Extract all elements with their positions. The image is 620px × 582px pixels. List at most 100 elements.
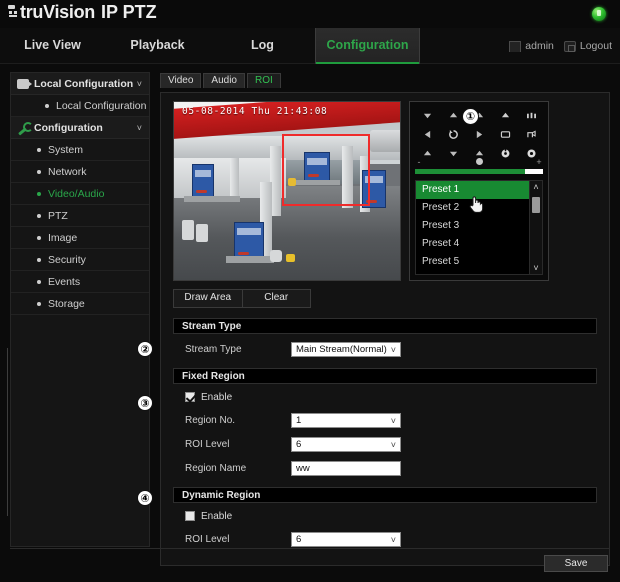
chevron-down-icon: ˅: [136, 78, 142, 89]
sidebar-item-events[interactable]: Events: [11, 271, 149, 293]
auto-scan-icon[interactable]: [441, 127, 465, 142]
preset-item-4[interactable]: Preset 4: [416, 235, 529, 253]
footer-bar: Save: [10, 548, 610, 576]
dynamic-region-enable-checkbox[interactable]: [185, 511, 195, 521]
pan-left-icon[interactable]: [415, 127, 439, 142]
video-preview[interactable]: 05-08-2014 Thu 21:43:08: [173, 101, 401, 281]
stream-type-section: Stream Type Stream Type Main Stream(Norm…: [173, 318, 597, 358]
pan-left-down-icon[interactable]: [415, 108, 439, 123]
sidebar-item-label: Security: [48, 253, 86, 266]
stream-type-select[interactable]: Main Stream(Normal) ˅: [291, 341, 401, 357]
bollard: [182, 220, 194, 240]
nav-tab-playback[interactable]: Playback: [105, 28, 210, 64]
draw-area-button[interactable]: Draw Area: [174, 290, 242, 307]
chevron-down-icon: ˅: [390, 534, 396, 545]
sidebar-item-label: Video/Audio: [48, 187, 105, 200]
preset-item-5[interactable]: Preset 5: [416, 253, 529, 271]
stream-type-value: Main Stream(Normal): [296, 343, 387, 355]
roi-panel: 05-08-2014 Thu 21:43:08 ① - + Preset 1 P…: [160, 92, 610, 566]
chevron-down-icon: ˅: [390, 439, 396, 450]
preset-item-3[interactable]: Preset 3: [416, 217, 529, 235]
sidebar-item-system[interactable]: System: [11, 139, 149, 161]
speed-track[interactable]: [415, 169, 543, 174]
logout-icon: [563, 40, 576, 52]
scroll-up-icon[interactable]: ˄: [530, 181, 542, 193]
fixed-region-enable-checkbox[interactable]: [185, 392, 195, 402]
user-account[interactable]: admin: [509, 40, 554, 52]
scrollbar-thumb[interactable]: [532, 197, 540, 213]
clear-button[interactable]: Clear: [241, 290, 311, 307]
speed-increase-icon[interactable]: +: [535, 158, 543, 167]
preset-item-2[interactable]: Preset 2: [416, 199, 529, 217]
fixed-region-enable-label: Enable: [201, 391, 233, 403]
video-and-ptz-row: 05-08-2014 Thu 21:43:08 ① - + Preset 1 P…: [161, 93, 609, 281]
nav-tab-configuration[interactable]: Configuration: [315, 28, 420, 64]
app-window: truVision IP PTZ Live View Playback Log C…: [0, 0, 620, 582]
bollard: [270, 250, 282, 262]
sidebar-item-label: Image: [48, 231, 78, 244]
zoom-in-icon[interactable]: [493, 108, 517, 123]
chevron-down-icon: ˅: [136, 122, 142, 133]
sidebar-item-network[interactable]: Network: [11, 161, 149, 183]
dynamic-region-section: Dynamic Region Enable ROI Level 6 ˅: [173, 487, 597, 548]
sidebar-item-label: System: [48, 143, 84, 156]
sidebar-group-local-configuration[interactable]: Local Configuration ˅: [11, 73, 149, 95]
video-timestamp: 05-08-2014 Thu 21:43:08: [182, 106, 328, 117]
bollard: [196, 224, 208, 242]
light-icon[interactable]: [519, 127, 543, 142]
preset-item-1[interactable]: Preset 1: [416, 181, 529, 199]
focus-far-icon[interactable]: [519, 108, 543, 123]
pan-right-icon[interactable]: [467, 127, 491, 142]
ptz-control-panel: ① - + Preset 1 Preset 2 Preset 3 Preset …: [409, 101, 549, 281]
stream-type-label: Stream Type: [185, 343, 242, 355]
dynamic-roi-level-select[interactable]: 6 ˅: [291, 531, 401, 547]
tab-roi[interactable]: ROI: [246, 73, 281, 88]
sidebar-item-storage[interactable]: Storage: [11, 293, 149, 315]
bullet-icon: [37, 213, 41, 218]
content-tabs: Video Audio ROI: [160, 72, 610, 88]
preset-list: Preset 1 Preset 2 Preset 3 Preset 4 Pres…: [415, 180, 543, 275]
speed-knob[interactable]: [476, 158, 483, 165]
region-no-select[interactable]: 1 ˅: [291, 412, 401, 428]
sidebar-group-label: Configuration: [34, 121, 103, 134]
region-name-label: Region Name: [185, 462, 247, 474]
ptz-speed-slider[interactable]: - +: [415, 158, 543, 176]
nav-tab-live-view[interactable]: Live View: [0, 28, 105, 64]
region-no-label: Region No.: [185, 414, 236, 426]
fixed-roi-level-select[interactable]: 6 ˅: [291, 436, 401, 452]
speed-decrease-icon[interactable]: -: [415, 158, 423, 167]
draw-tools: Draw Area Clear: [173, 289, 311, 308]
sidebar-item-video-audio[interactable]: Video/Audio: [11, 183, 149, 205]
dynamic-region-heading: Dynamic Region: [173, 487, 597, 503]
nav-tab-log[interactable]: Log: [210, 28, 315, 64]
sidebar-group-configuration[interactable]: Configuration ˅: [11, 117, 149, 139]
tab-video[interactable]: Video: [160, 73, 202, 88]
sidebar-item-label: Storage: [48, 297, 85, 310]
fixed-region-heading: Fixed Region: [173, 368, 597, 384]
region-name-input[interactable]: ww: [291, 460, 401, 476]
save-button[interactable]: Save: [544, 555, 608, 572]
roi-rectangle[interactable]: [282, 134, 370, 206]
tab-audio[interactable]: Audio: [203, 73, 245, 88]
logout-button[interactable]: Logout: [563, 40, 612, 52]
sidebar-item-local-configuration[interactable]: Local Configuration: [11, 95, 149, 117]
sidebar-item-security[interactable]: Security: [11, 249, 149, 271]
fuel-tanker: [370, 130, 400, 152]
bullet-icon: [37, 301, 41, 306]
bullet-icon: [37, 169, 41, 174]
sidebar-item-image[interactable]: Image: [11, 227, 149, 249]
scroll-down-icon[interactable]: ˅: [530, 262, 542, 274]
preset-scrollbar[interactable]: ˄ ˅: [529, 181, 542, 274]
sidebar-item-ptz[interactable]: PTZ: [11, 205, 149, 227]
page-body: Local Configuration ˅ Local Configuratio…: [0, 64, 620, 582]
fixed-roi-level-value: 6: [296, 438, 302, 450]
iris-open-icon[interactable]: [493, 127, 517, 142]
pump-island: [226, 256, 274, 263]
brand-prefix: truVision: [20, 2, 95, 22]
brand-name: truVision IP PTZ: [20, 3, 157, 21]
bullet-icon: [37, 235, 41, 240]
dynamic-roi-level-row: ROI Level 6 ˅: [173, 530, 597, 548]
dynamic-region-enable-row[interactable]: Enable: [173, 508, 597, 524]
pump-island: [184, 196, 240, 202]
fixed-region-enable-row[interactable]: Enable: [173, 389, 597, 405]
